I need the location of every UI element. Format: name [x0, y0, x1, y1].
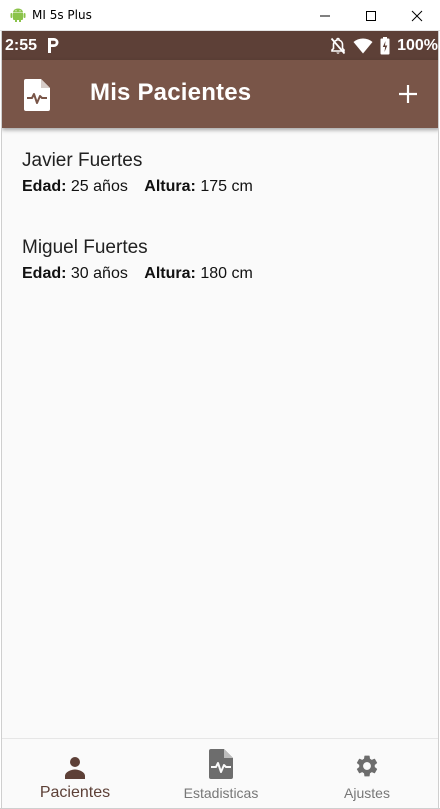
close-icon [411, 10, 423, 21]
patient-name: Javier Fuertes [22, 150, 143, 171]
stats-document-icon [209, 749, 233, 779]
gear-icon [356, 755, 378, 777]
add-icon [399, 85, 417, 103]
age-label: Edad: [22, 178, 67, 195]
battery-percentage: 100% [397, 37, 438, 54]
window-title: MI 5s Plus [32, 8, 92, 22]
maximize-icon [366, 10, 376, 21]
height-label: Altura: [144, 178, 196, 195]
age-value: 30 años [70, 265, 128, 282]
status-bar: 2:55 100% [2, 31, 438, 60]
app-bar: Mis Pacientes [2, 60, 438, 128]
android-icon [10, 8, 26, 22]
height-value: 175 cm [200, 178, 253, 195]
status-icons: 100% [330, 36, 438, 56]
age-label: Edad: [22, 265, 67, 282]
minimize-icon [320, 15, 330, 16]
wifi-icon [353, 38, 373, 54]
patient-details: Edad: 30 años Altura: 180 cm [22, 265, 253, 283]
medical-document-icon [24, 79, 50, 111]
patient-name: Miguel Fuertes [22, 237, 148, 258]
height-label: Altura: [144, 265, 196, 282]
nav-label-estadisticas: Estadisticas [183, 785, 259, 801]
window-title-bar: MI 5s Plus [0, 0, 440, 31]
nav-item-estadisticas[interactable]: Estadisticas [148, 739, 294, 808]
minimize-button[interactable] [302, 0, 348, 31]
battery-icon [380, 37, 390, 55]
height-value: 180 cm [200, 265, 253, 282]
maximize-button[interactable] [348, 0, 394, 31]
age-value: 25 años [70, 178, 128, 195]
status-time: 2:55 [5, 37, 38, 54]
close-button[interactable] [394, 0, 440, 31]
parking-p-icon [48, 38, 59, 53]
notifications-off-icon [330, 37, 346, 55]
nav-item-pacientes[interactable]: Pacientes [2, 739, 148, 808]
nav-label-pacientes: Pacientes [39, 784, 111, 801]
patient-details: Edad: 25 años Altura: 175 cm [22, 178, 253, 196]
patient-item[interactable]: Miguel Fuertes Edad: 30 años Altura: 180… [22, 237, 253, 283]
nav-label-ajustes: Ajustes [344, 785, 390, 801]
nav-item-ajustes[interactable]: Ajustes [294, 739, 438, 808]
bottom-navigation: Pacientes Estadisticas Ajustes [2, 738, 438, 808]
phone-screen: 2:55 100% Mis Pacientes Javier Fuertes E… [1, 31, 439, 808]
patient-item[interactable]: Javier Fuertes Edad: 25 años Altura: 175… [22, 150, 253, 196]
page-title: Mis Pacientes [90, 79, 252, 106]
person-icon [65, 757, 85, 779]
add-patient-button[interactable] [394, 80, 422, 108]
